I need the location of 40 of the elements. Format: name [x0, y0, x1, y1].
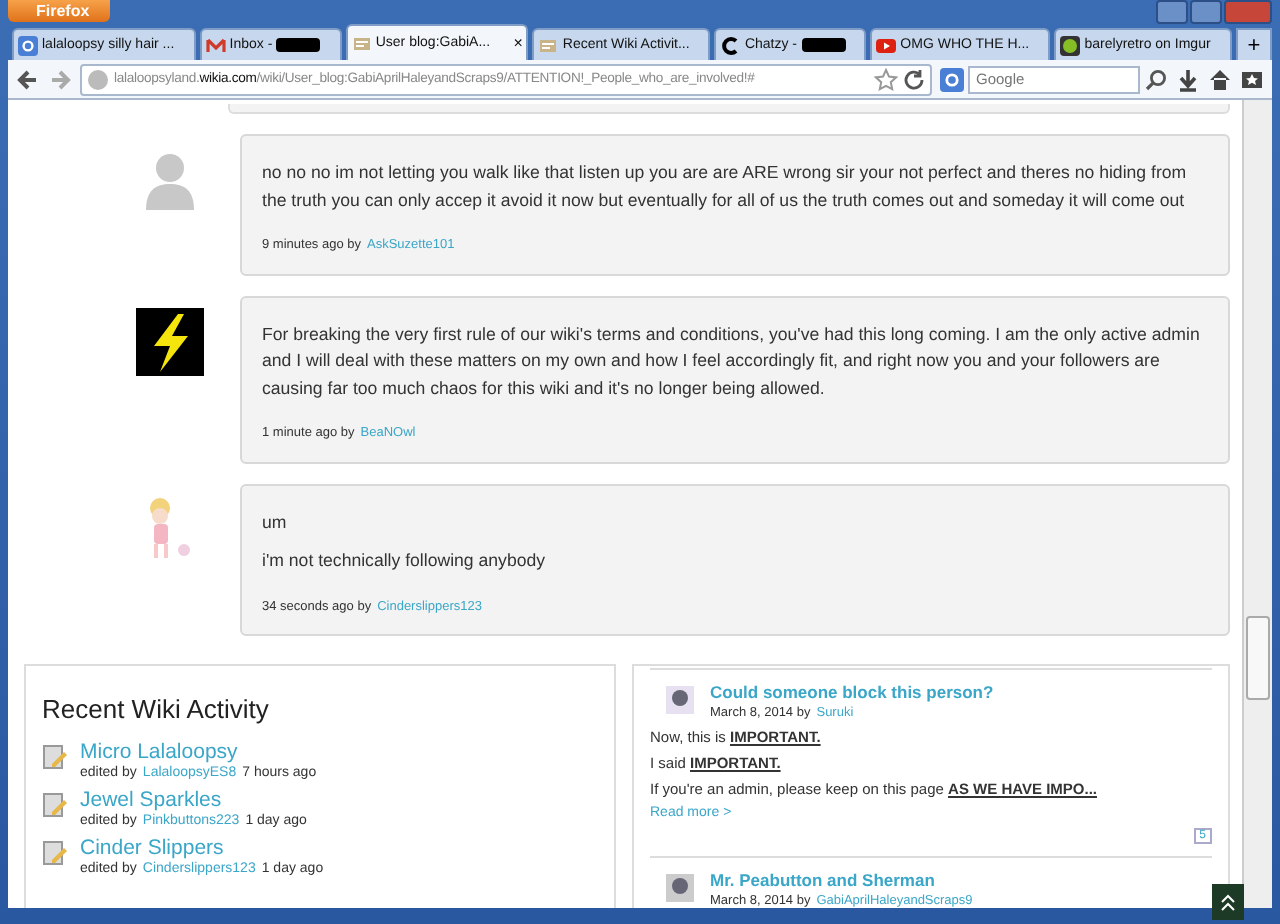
post-title-link[interactable]: Mr. Peabutton and Sherman: [710, 870, 973, 890]
forward-icon[interactable]: [48, 67, 72, 91]
comment-text: no no no im not letting you walk like that listen up you are are ARE wrong sir your not perfect and theres no hiding from the truth you can only accep it avoid it now but eventually for all of us the truth comes out and someday it will come out: [262, 160, 1189, 214]
minimize-button[interactable]: [1156, 0, 1188, 24]
page-icon: [538, 35, 559, 55]
search-engine-icon[interactable]: [940, 67, 964, 91]
scroll-to-top-button[interactable]: [1212, 884, 1244, 920]
scrollbar-thumb[interactable]: [1246, 616, 1270, 700]
post-title-link[interactable]: Could someone block this person?: [710, 682, 994, 702]
comment-text: For breaking the very first rule of our wiki's terms and conditions, you've had this long coming. I am the only active admin and I will deal with these matters on my own and how I feel accordingly fit, and right now you and your followers are causing far too much chaos for this wiki and it's no longer being allowed.: [262, 321, 1202, 402]
lightning-bolt-icon: [136, 307, 204, 375]
panel-title: Recent Wiki Activity: [42, 694, 271, 724]
page-icon: [351, 33, 372, 53]
scrollbar[interactable]: [1242, 100, 1272, 908]
user-avatar-icon: [666, 874, 694, 902]
comment-text: i'm not technically following anybody: [262, 548, 548, 574]
star-icon[interactable]: [874, 67, 898, 91]
bookmarks-icon[interactable]: [1240, 67, 1264, 91]
new-tab-button[interactable]: +: [1235, 28, 1272, 60]
play-icon: [876, 35, 897, 55]
pencil-page-icon: [42, 744, 68, 770]
back-icon[interactable]: [16, 67, 40, 91]
envelope-icon: [205, 35, 226, 55]
user-avatar-icon: [666, 686, 694, 714]
home-icon[interactable]: [1208, 67, 1232, 91]
pencil-page-icon: [42, 840, 68, 866]
reload-icon[interactable]: [902, 67, 926, 91]
c-letter-icon: [720, 35, 741, 55]
page-link[interactable]: Micro Lalaloopsy: [80, 740, 317, 764]
maximize-button[interactable]: [1190, 0, 1222, 24]
search-engine-icon: [18, 35, 38, 55]
download-icon[interactable]: [1176, 67, 1200, 91]
pencil-page-icon: [42, 792, 68, 818]
search-icon[interactable]: [1144, 67, 1168, 91]
page-link[interactable]: Cinder Slippers: [80, 836, 324, 860]
firefox-menu-button[interactable]: Firefox: [8, 0, 110, 22]
page-link[interactable]: Jewel Sparkles: [80, 788, 307, 812]
circle-icon: [1060, 35, 1081, 55]
comment-text: um: [262, 509, 289, 535]
tab-close-button[interactable]: ×: [509, 34, 523, 52]
